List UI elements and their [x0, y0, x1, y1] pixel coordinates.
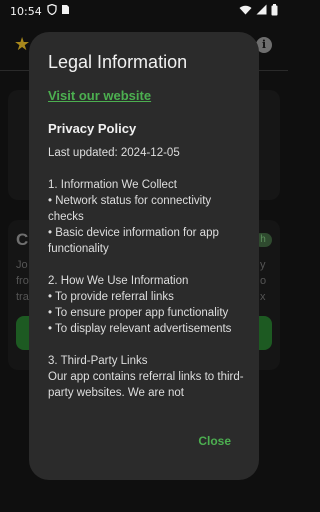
card-text: Jo — [16, 259, 28, 271]
card-text: y — [260, 259, 266, 271]
dialog-scroll-content[interactable]: Visit our website Privacy Policy Last up… — [48, 88, 244, 428]
section-title: 1. Information We Collect — [48, 179, 177, 191]
bullet-item: • To ensure proper app functionality — [48, 307, 229, 319]
signal-icon — [256, 4, 267, 18]
shield-icon — [47, 3, 57, 18]
card-title: C — [16, 230, 29, 249]
card-text: fro — [16, 275, 29, 287]
visit-website-link[interactable]: Visit our website — [48, 88, 244, 104]
section-title: 2. How We Use Information — [48, 275, 189, 287]
card-text: o — [260, 275, 267, 287]
bullet-item: • To provide referral links — [48, 291, 174, 303]
status-bar: 10:54 — [0, 0, 288, 22]
bullet-item: • To display relevant advertisements — [48, 323, 232, 335]
star-icon[interactable]: ★ — [14, 35, 30, 53]
card-text: tra — [16, 291, 29, 303]
legal-information-dialog: Legal Information Visit our website Priv… — [29, 32, 259, 480]
bullet-item: • Basic device information for app funct… — [48, 227, 219, 255]
last-updated-text: Last updated: 2024-12-05 — [48, 147, 180, 159]
bullet-item: • Network status for connectivity checks — [48, 195, 212, 223]
status-time: 10:54 — [10, 4, 42, 18]
sim-card-icon — [61, 4, 70, 18]
card-text: x — [260, 291, 266, 303]
privacy-policy-heading: Privacy Policy — [48, 121, 137, 136]
close-button[interactable]: Close — [198, 434, 231, 448]
section-title: 3. Third-Party Links — [48, 355, 148, 367]
wifi-icon — [239, 5, 252, 18]
section-paragraph: Our app contains referral links to third… — [48, 371, 244, 399]
dialog-title: Legal Information — [48, 52, 188, 72]
battery-icon — [271, 3, 278, 19]
